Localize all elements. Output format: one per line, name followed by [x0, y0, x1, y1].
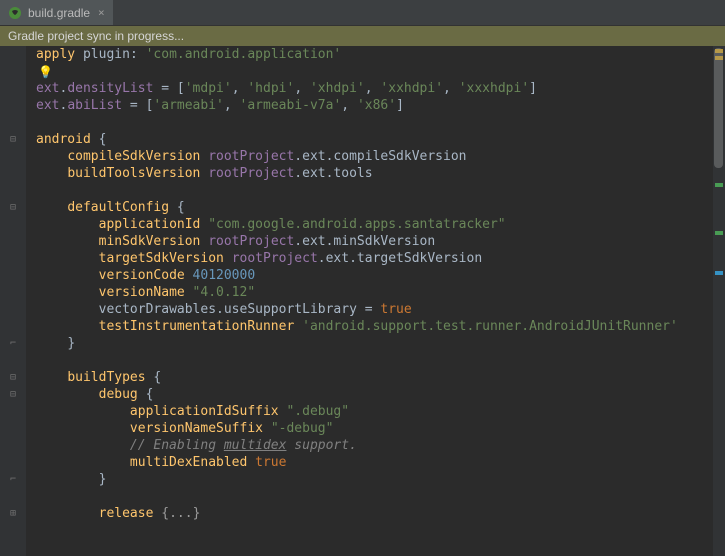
fold-collapse-icon[interactable]: ⊟	[0, 386, 26, 403]
gutter: ⊟⊟⌐⊟⊟⌐⊞	[0, 46, 26, 556]
fold-collapse-icon[interactable]: ⊟	[0, 199, 26, 216]
code-line[interactable]: vectorDrawables.useSupportLibrary = true	[36, 301, 725, 318]
code-line[interactable]: testInstrumentationRunner 'android.suppo…	[36, 318, 725, 335]
tab-bar: build.gradle ×	[0, 0, 725, 26]
fold-end-icon[interactable]: ⌐	[0, 471, 26, 488]
fold-end-icon[interactable]: ⌐	[0, 335, 26, 352]
sync-status-bar: Gradle project sync in progress...	[0, 26, 725, 46]
error-stripe-marker[interactable]	[715, 271, 723, 275]
scrollbar-thumb[interactable]	[714, 48, 723, 168]
editor-area: ⊟⊟⌐⊟⊟⌐⊞ apply plugin: 'com.android.appli…	[0, 46, 725, 556]
code-line[interactable]: applicationId "com.google.android.apps.s…	[36, 216, 725, 233]
code-line[interactable]: versionNameSuffix "-debug"	[36, 420, 725, 437]
code-line[interactable]: versionName "4.0.12"	[36, 284, 725, 301]
code-line[interactable]: }	[36, 471, 725, 488]
fold-expand-icon[interactable]: ⊞	[0, 505, 26, 522]
code-line[interactable]: release {...}	[36, 505, 725, 522]
close-icon[interactable]: ×	[98, 6, 105, 19]
code-line[interactable]: multiDexEnabled true	[36, 454, 725, 471]
code-line[interactable]: applicationIdSuffix ".debug"	[36, 403, 725, 420]
code-line[interactable]: android {	[36, 131, 725, 148]
code-line[interactable]: ext.abiList = ['armeabi', 'armeabi-v7a',…	[36, 97, 725, 114]
code-line[interactable]: defaultConfig {	[36, 199, 725, 216]
code-line[interactable]: buildTypes {	[36, 369, 725, 386]
code-line[interactable]: debug {	[36, 386, 725, 403]
code-line[interactable]	[36, 352, 725, 369]
code-area[interactable]: apply plugin: 'com.android.application' e…	[26, 46, 725, 556]
tab-filename: build.gradle	[28, 6, 90, 20]
fold-collapse-icon[interactable]: ⊟	[0, 131, 26, 148]
code-line[interactable]	[36, 488, 725, 505]
code-line[interactable]: targetSdkVersion rootProject.ext.targetS…	[36, 250, 725, 267]
fold-collapse-icon[interactable]: ⊟	[0, 369, 26, 386]
code-line[interactable]	[36, 114, 725, 131]
code-line[interactable]: ext.densityList = ['mdpi', 'hdpi', 'xhdp…	[36, 80, 725, 97]
code-line[interactable]	[36, 63, 725, 80]
code-line[interactable]: compileSdkVersion rootProject.ext.compil…	[36, 148, 725, 165]
code-line[interactable]	[36, 182, 725, 199]
gradle-file-icon	[8, 6, 22, 20]
code-line[interactable]	[36, 522, 725, 539]
error-stripe-marker[interactable]	[715, 231, 723, 235]
status-message: Gradle project sync in progress...	[8, 29, 184, 43]
code-line[interactable]: buildToolsVersion rootProject.ext.tools	[36, 165, 725, 182]
code-line[interactable]: // Enabling multidex support.	[36, 437, 725, 454]
file-tab[interactable]: build.gradle ×	[0, 0, 113, 25]
code-line[interactable]: apply plugin: 'com.android.application'	[36, 46, 725, 63]
intention-bulb-icon[interactable]: 💡	[38, 65, 53, 79]
error-stripe-marker[interactable]	[715, 183, 723, 187]
code-line[interactable]: versionCode 40120000	[36, 267, 725, 284]
code-line[interactable]: }	[36, 335, 725, 352]
code-line[interactable]: minSdkVersion rootProject.ext.minSdkVers…	[36, 233, 725, 250]
